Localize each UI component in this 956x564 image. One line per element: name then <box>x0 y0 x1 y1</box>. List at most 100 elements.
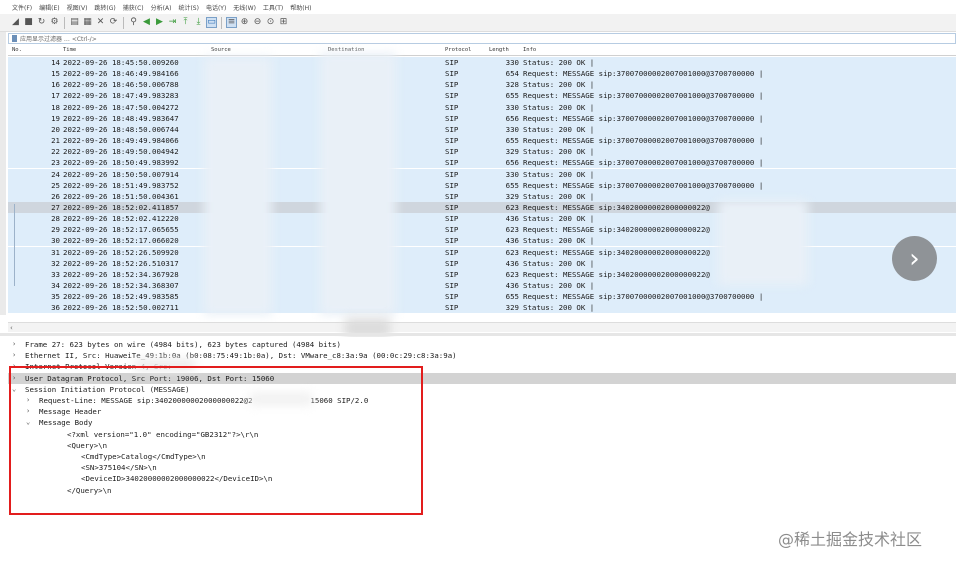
col-no-header[interactable]: No. <box>12 47 22 53</box>
collapsed-arrow-icon[interactable]: › <box>12 339 16 350</box>
detail-item[interactable]: › Frame 27: 623 bytes on wire (4984 bits)… <box>8 339 956 350</box>
table-row[interactable]: 28 2022-09-26 18:52:02.412220 SIP 436 Status… <box>8 213 956 225</box>
table-row[interactable]: 26 2022-09-26 18:51:50.004361 SIP 329 Status… <box>8 190 956 202</box>
menu-item[interactable]: 编辑(E) <box>39 3 59 12</box>
cell-time: 2022-09-26 18:47:49.983283 <box>63 91 179 101</box>
cell-no: 20 <box>51 124 60 134</box>
conversation-line <box>14 204 15 286</box>
table-row[interactable]: 35 2022-09-26 18:52:49.983585 SIP 655 Reques… <box>8 291 956 303</box>
autoscroll-icon[interactable]: ▭ <box>206 17 217 28</box>
table-row[interactable]: 17 2022-09-26 18:47:49.983283 SIP 655 Reques… <box>8 90 956 102</box>
go-last-icon[interactable]: ⤓ <box>193 17 204 28</box>
bookmark-icon[interactable] <box>12 35 17 42</box>
table-row[interactable]: 33 2022-09-26 18:52:34.367928 SIP 623 Reques… <box>8 268 956 280</box>
colorize-icon[interactable]: ≡ <box>226 17 237 28</box>
table-row[interactable]: 25 2022-09-26 18:51:49.983752 SIP 655 Reques… <box>8 179 956 191</box>
go-forward-icon[interactable]: ▶ <box>154 17 165 28</box>
go-back-icon[interactable]: ◀ <box>141 17 152 28</box>
menu-item[interactable]: 文件(F) <box>12 3 32 12</box>
menu-item[interactable]: 分析(A) <box>151 3 172 12</box>
menu-item[interactable]: 视图(V) <box>67 3 88 12</box>
resize-columns-icon[interactable]: ⊞ <box>278 17 289 28</box>
horizontal-scrollbar[interactable]: ‹ <box>8 322 956 332</box>
stop-icon[interactable]: ■ <box>23 17 34 28</box>
display-filter-input[interactable]: 应用显示过滤器 … <Ctrl-/> <box>8 33 956 44</box>
restart-icon[interactable]: ↻ <box>36 17 47 28</box>
cell-protocol: SIP <box>445 258 459 268</box>
detail-text: Frame 27: 623 bytes on wire (4984 bits),… <box>25 340 341 349</box>
table-row[interactable]: 31 2022-09-26 18:52:26.509920 SIP 623 Reques… <box>8 246 956 258</box>
collapsed-arrow-icon[interactable]: › <box>12 350 16 361</box>
go-first-icon[interactable]: ⤒ <box>180 17 191 28</box>
cell-info: Status: 200 OK | <box>523 80 595 90</box>
cell-protocol: SIP <box>445 102 459 112</box>
table-row[interactable]: 21 2022-09-26 18:49:49.984066 SIP 655 Reques… <box>8 135 956 147</box>
cell-protocol: SIP <box>445 80 459 90</box>
table-row[interactable]: 34 2022-09-26 18:52:34.368307 SIP 436 Status… <box>8 280 956 292</box>
table-row[interactable]: 18 2022-09-26 18:47:50.004272 SIP 330 Status… <box>8 101 956 113</box>
cell-length: 655 <box>505 292 519 302</box>
menu-item[interactable]: 捕获(C) <box>123 3 144 12</box>
cell-length: 436 <box>505 214 519 224</box>
table-row[interactable]: 16 2022-09-26 18:46:50.006788 SIP 328 Status… <box>8 79 956 91</box>
next-arrow-button[interactable]: › <box>892 236 937 281</box>
toolbar-separator <box>221 16 222 29</box>
shark-fin-icon[interactable]: ◢ <box>10 17 21 28</box>
menu-item[interactable]: 电话(Y) <box>206 3 226 12</box>
col-time-header[interactable]: Time <box>63 47 76 53</box>
cell-no: 25 <box>51 180 60 190</box>
cell-time: 2022-09-26 18:52:34.367928 <box>63 269 179 279</box>
cell-length: 329 <box>505 303 519 313</box>
left-gutter <box>0 32 6 315</box>
menu-item[interactable]: 工具(T) <box>263 3 283 12</box>
cell-length: 623 <box>505 202 519 212</box>
table-row[interactable]: 27 2022-09-26 18:52:02.411857 SIP 623 Reques… <box>8 201 956 214</box>
cell-protocol: SIP <box>445 202 459 212</box>
cell-time: 2022-09-26 18:52:26.510317 <box>63 258 179 268</box>
col-protocol-header[interactable]: Protocol <box>445 47 472 53</box>
pane-splitter[interactable] <box>0 333 956 336</box>
col-length-header[interactable]: Length <box>489 47 509 53</box>
menu-item[interactable]: 无线(W) <box>233 3 256 12</box>
table-row[interactable]: 32 2022-09-26 18:52:26.510317 SIP 436 Status… <box>8 257 956 269</box>
cell-info: Request: MESSAGE sip:3402000000200000002… <box>523 269 710 279</box>
cell-length: 330 <box>505 124 519 134</box>
col-info-header[interactable]: Info <box>523 47 536 53</box>
close-file-icon[interactable]: ✕ <box>95 17 106 28</box>
cell-info: Request: MESSAGE sip:3700700000200700100… <box>523 180 764 190</box>
cell-protocol: SIP <box>445 191 459 201</box>
scroll-left-icon[interactable]: ‹ <box>8 324 13 332</box>
table-row[interactable]: 14 2022-09-26 18:45:50.009260 SIP 330 Status… <box>8 57 956 69</box>
col-source-header[interactable]: Source <box>211 47 231 53</box>
cell-time: 2022-09-26 18:49:49.984066 <box>63 136 179 146</box>
menu-item[interactable]: 统计(S) <box>178 3 199 12</box>
zoom-normal-icon[interactable]: ⊙ <box>265 17 276 28</box>
table-row[interactable]: 15 2022-09-26 18:46:49.984166 SIP 654 Reques… <box>8 68 956 80</box>
table-row[interactable]: 19 2022-09-26 18:48:49.983647 SIP 656 Reques… <box>8 112 956 124</box>
table-row[interactable]: 36 2022-09-26 18:52:50.002711 SIP 329 Status… <box>8 302 956 314</box>
table-row[interactable]: 22 2022-09-26 18:49:50.004942 SIP 329 Status… <box>8 146 956 158</box>
cell-no: 22 <box>51 147 60 157</box>
cell-time: 2022-09-26 18:52:02.411857 <box>63 202 179 212</box>
zoom-out-icon[interactable]: ⊖ <box>252 17 263 28</box>
cell-info: Status: 200 OK | <box>523 102 595 112</box>
table-row[interactable]: 24 2022-09-26 18:50:50.007914 SIP 330 Status… <box>8 168 956 180</box>
zoom-in-icon[interactable]: ⊕ <box>239 17 250 28</box>
toolbar-separator <box>123 16 124 29</box>
find-icon[interactable]: ⚲ <box>128 17 139 28</box>
cell-protocol: SIP <box>445 169 459 179</box>
menu-item[interactable]: 跳转(G) <box>94 3 115 12</box>
menu-item[interactable]: 帮助(H) <box>290 3 311 12</box>
cell-no: 36 <box>51 303 60 313</box>
cell-length: 654 <box>505 69 519 79</box>
cell-info: Status: 200 OK | <box>523 169 595 179</box>
save-icon[interactable]: ▦ <box>82 17 93 28</box>
go-to-packet-icon[interactable]: ⇥ <box>167 17 178 28</box>
options-icon[interactable]: ⚙ <box>49 17 60 28</box>
table-row[interactable]: 29 2022-09-26 18:52:17.065655 SIP 623 Reques… <box>8 224 956 236</box>
reload-icon[interactable]: ⟳ <box>108 17 119 28</box>
table-row[interactable]: 30 2022-09-26 18:52:17.066020 SIP 436 Status… <box>8 235 956 247</box>
table-row[interactable]: 23 2022-09-26 18:50:49.983992 SIP 656 Reques… <box>8 157 956 169</box>
table-row[interactable]: 20 2022-09-26 18:48:50.006744 SIP 330 Status… <box>8 123 956 135</box>
open-icon[interactable]: ▤ <box>69 17 80 28</box>
